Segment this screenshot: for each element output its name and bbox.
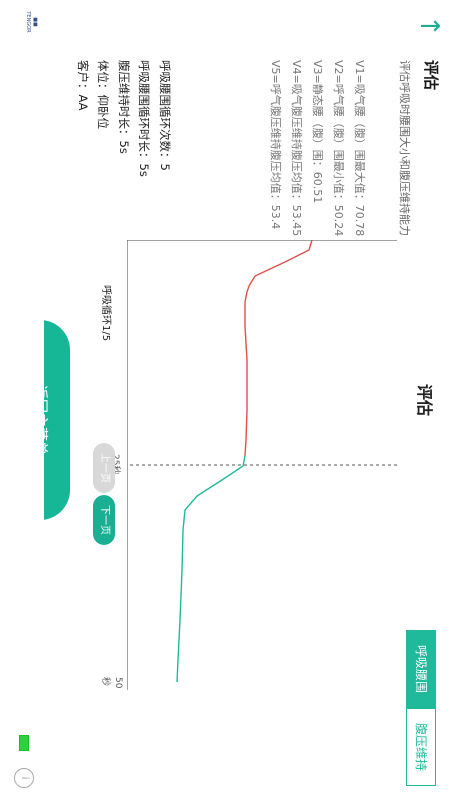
value-v2: V2=呼气腰（腹）围最小值：50.24 — [332, 60, 345, 237]
value-v1: V1=吸气腰（腹）围最大值：70.78 — [353, 60, 366, 237]
system-bar: ■■ TENGOR i — [0, 0, 44, 800]
line-chart: 25秒 50秒 — [100, 240, 397, 690]
assessment-header: 评估 评估呼吸时腰围大小和腹压维持能力 — [397, 60, 442, 236]
value-v3: V3=静态腰（腹）围：60.51 — [311, 60, 324, 204]
prev-page-button[interactable]: 上一页 — [93, 443, 115, 493]
tab-breathing-waist[interactable]: 呼吸腰围 — [406, 630, 436, 708]
info-circle-icon[interactable]: i — [14, 768, 34, 788]
series-teal-line — [176, 455, 246, 683]
values-list: V1=吸气腰（腹）围最大值：70.78 V2=呼气腰（腹）围最小值：50.24 … — [265, 60, 370, 236]
value-v4: V4=吸气腹压维持腹压均值：53.45 — [290, 60, 303, 237]
section-description: 评估呼吸时腰围大小和腹压维持能力 — [398, 60, 411, 236]
chart-svg — [127, 240, 397, 690]
page-title: 评估 — [415, 383, 434, 416]
series-red-line — [244, 240, 313, 457]
back-arrow-icon[interactable]: ↑ — [414, 15, 444, 37]
param-client: 客户：AA — [76, 60, 90, 111]
rotated-screen: ↑ 评估 评估呼吸时腰围大小和腹压维持能力 V1=吸气腰（腹）围最大值：70.7… — [0, 0, 450, 800]
value-v5: V5=呼气腹压维持腹压均值：53.4 — [269, 60, 282, 230]
tab-bar: 呼吸腰围 腹压维持 — [396, 630, 436, 790]
tab-abdominal-pressure[interactable]: 腹压维持 — [406, 708, 436, 786]
section-title: 评估 — [422, 60, 440, 91]
battery-icon — [19, 735, 29, 751]
next-page-button[interactable]: 下一页 — [93, 495, 115, 545]
cycle-label: 呼吸循环1/5 — [100, 285, 111, 342]
main-panel: ↑ 评估 评估呼吸时腰围大小和腹压维持能力 V1=吸气腰（腹）围最大值：70.7… — [43, 0, 450, 800]
tengor-logo: ■■ TENGOR — [25, 11, 38, 33]
tick-label-50: 50秒 — [100, 677, 123, 689]
